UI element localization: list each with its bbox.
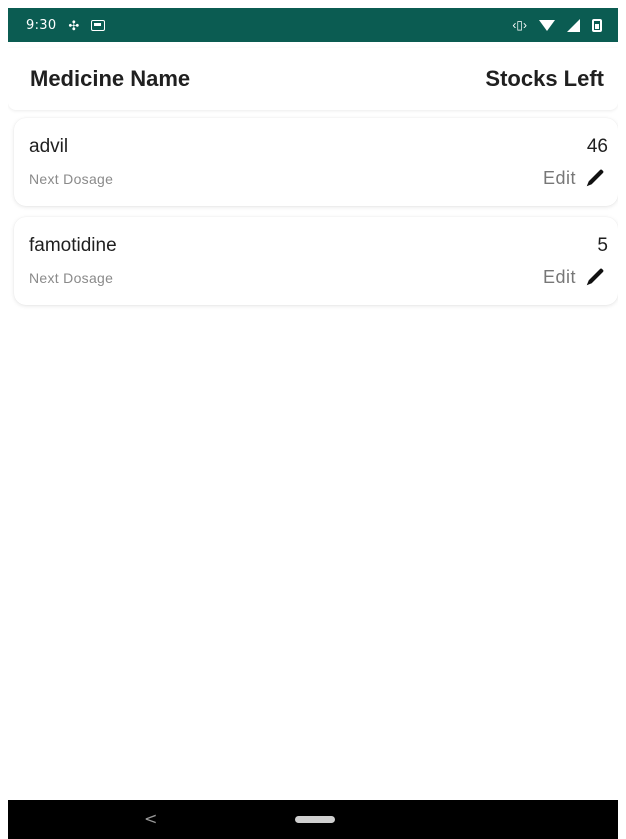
signal-icon — [567, 18, 580, 32]
pencil-icon — [586, 169, 604, 187]
vibrate-icon: ‹▯› — [512, 18, 527, 32]
status-right: ‹▯› — [512, 18, 602, 32]
phone-screen: 9:30 ✣ ‹▯› Medicine Name Stocks Left adv… — [8, 8, 618, 839]
app-notification-icon — [91, 19, 106, 31]
wifi-icon — [539, 19, 555, 31]
list-header: Medicine Name Stocks Left — [8, 48, 618, 110]
navigation-bar: < — [8, 800, 618, 839]
edit-label: Edit — [542, 266, 576, 287]
medicine-name: famotidine — [29, 235, 117, 256]
next-dosage-label: Next Dosage — [29, 270, 114, 286]
edit-button[interactable]: Edit — [543, 167, 606, 189]
medicine-card[interactable]: advil 46 Next Dosage Edit — [14, 118, 618, 206]
medicine-name-column-label: Medicine Name — [30, 66, 191, 91]
stocks-left-column-label: Stocks Left — [485, 66, 604, 91]
status-bar: 9:30 ✣ ‹▯› — [8, 8, 618, 42]
status-left: 9:30 ✣ — [26, 17, 106, 33]
medicine-card[interactable]: famotidine 5 Next Dosage Edit — [14, 217, 618, 305]
fan-icon: ✣ — [68, 17, 80, 33]
battery-icon — [592, 18, 602, 32]
medicine-list: Medicine Name Stocks Left advil 46 Next … — [8, 42, 618, 800]
medicine-name: advil — [29, 136, 69, 157]
home-pill-icon[interactable] — [295, 816, 335, 823]
edit-button[interactable]: Edit — [543, 266, 606, 288]
back-icon[interactable]: < — [144, 809, 157, 828]
status-time: 9:30 — [26, 17, 57, 33]
pencil-icon — [586, 268, 604, 286]
stock-count: 46 — [586, 136, 608, 157]
stock-count: 5 — [597, 235, 608, 256]
edit-label: Edit — [542, 167, 576, 188]
next-dosage-label: Next Dosage — [29, 171, 114, 187]
